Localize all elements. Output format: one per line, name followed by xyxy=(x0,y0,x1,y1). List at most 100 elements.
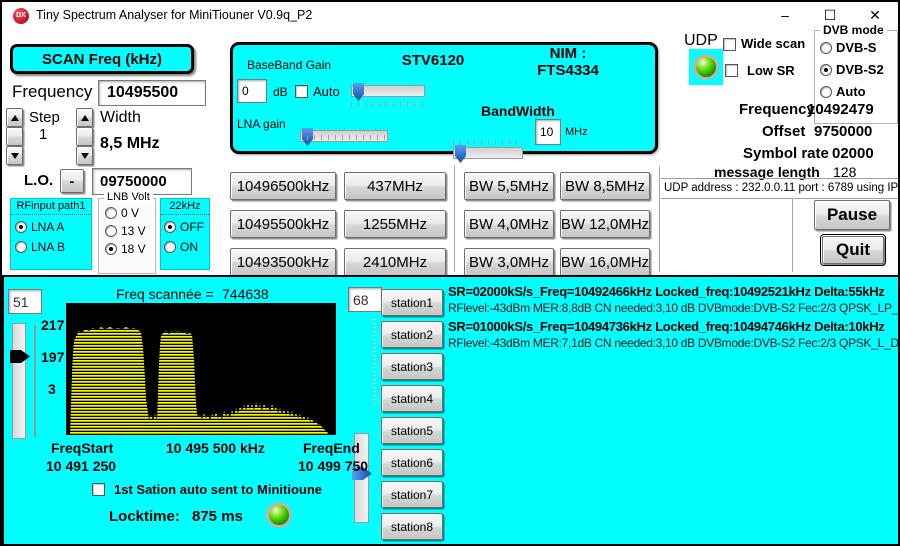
bw-button-4-0[interactable]: BW 4,0MHz xyxy=(464,210,554,238)
spectrum-panel: 51 Freq scannée = 744638 68 217 197 3 xyxy=(2,275,900,546)
step-spinner[interactable] xyxy=(6,108,23,165)
freq-preset-button-2[interactable]: 10495500kHz xyxy=(230,210,336,238)
separator-line xyxy=(659,166,661,272)
station5-button[interactable]: station5 xyxy=(381,417,443,444)
step-mid-button[interactable] xyxy=(6,127,23,146)
nim-line2: FTS4334 xyxy=(488,62,648,79)
app-window: DX Tiny Spectrum Analyser for MiniTioune… xyxy=(0,0,900,546)
bw-button-8-5[interactable]: BW 8,5MHz xyxy=(560,172,650,200)
station8-button[interactable]: station8 xyxy=(381,513,443,540)
rf-input-title: RFinput path1 xyxy=(11,199,91,215)
bw-button-12-0[interactable]: BW 12,0MHz xyxy=(560,210,650,238)
rf-lna-a-radio[interactable] xyxy=(15,221,27,233)
station7-button[interactable]: station7 xyxy=(381,481,443,508)
left-level-slider[interactable] xyxy=(12,323,26,439)
minimize-button[interactable]: – xyxy=(770,4,800,27)
tuner-title: STV6120 xyxy=(363,52,503,69)
width-down-icon[interactable] xyxy=(76,146,93,165)
width-up-icon[interactable] xyxy=(76,108,93,127)
lnb-13v-radio[interactable] xyxy=(105,225,117,237)
khz22-title: 22kHz xyxy=(161,199,209,215)
station2-button[interactable]: station2 xyxy=(381,321,443,348)
station6-button[interactable]: station6 xyxy=(381,449,443,476)
station3-button[interactable]: station3 xyxy=(381,353,443,380)
step-down-icon[interactable] xyxy=(6,146,23,165)
nim-title: NIM : FTS4334 xyxy=(488,45,648,79)
rf-input-panel: RFinput path1 LNA A LNA B xyxy=(10,198,92,270)
dvb-s-radio[interactable] xyxy=(820,42,832,54)
right-gain-input[interactable]: 68 xyxy=(348,287,382,312)
bandwidth-slider[interactable] xyxy=(453,147,523,159)
lna-gain-ticks xyxy=(300,135,388,140)
scale-label-top: 217 xyxy=(41,317,64,333)
spectrum-trace xyxy=(66,303,336,435)
center-freq-value: 10 495 500 kHz xyxy=(166,440,265,456)
station1-button[interactable]: station1 xyxy=(381,289,443,316)
bw-button-5-5[interactable]: BW 5,5MHz xyxy=(464,172,554,200)
width-mid-button[interactable] xyxy=(76,127,93,146)
baseband-gain-slider[interactable] xyxy=(351,85,425,97)
lnb-0v-radio[interactable] xyxy=(105,207,117,219)
lo-minus-button[interactable]: - xyxy=(60,169,84,193)
bandwidth-slider-thumb[interactable] xyxy=(455,145,466,163)
scan-freq-button[interactable]: SCAN Freq (kHz) xyxy=(10,44,194,74)
lna-gain-label: LNA gain xyxy=(237,117,286,131)
quit-button[interactable]: Quit xyxy=(822,236,884,264)
width-label: Width xyxy=(100,109,141,127)
title-bar: DX Tiny Spectrum Analyser for MiniTioune… xyxy=(2,2,898,29)
mhz-preset-button-1[interactable]: 437MHz xyxy=(344,172,446,200)
step-up-icon[interactable] xyxy=(6,108,23,127)
khz22-off-radio[interactable] xyxy=(164,221,176,233)
left-level-slider-thumb[interactable] xyxy=(10,350,30,363)
freq-preset-button-1[interactable]: 10496500kHz xyxy=(230,172,336,200)
locktime-value: 875 ms xyxy=(192,508,243,525)
receiver2-status-line1: SR=01000kS/s_Freq=10494736kHz Locked_fre… xyxy=(448,319,885,334)
wide-scan-checkbox[interactable] xyxy=(723,38,736,51)
baseband-gain-input[interactable]: 0 xyxy=(237,79,267,103)
station4-button[interactable]: station4 xyxy=(381,385,443,412)
left-gain-input[interactable]: 51 xyxy=(8,289,42,314)
status-symbol-rate-label: Symbol rate xyxy=(743,145,829,162)
bandwidth-ticks xyxy=(453,140,523,145)
width-value: 8,5 MHz xyxy=(100,135,160,153)
dvb-s2-label: DVB-S2 xyxy=(836,62,884,77)
frequency-label: Frequency xyxy=(12,82,92,102)
baseband-gain-label: BaseBand Gain xyxy=(247,58,331,72)
dvb-s2-radio[interactable] xyxy=(820,64,832,76)
locktime-label: Locktime: xyxy=(109,508,180,525)
khz22-off-label: OFF xyxy=(180,220,204,234)
auto-send-label: 1st Sation auto sent to Minitioune xyxy=(114,482,322,497)
nim-line1: NIM : xyxy=(488,45,648,62)
low-sr-label: Low SR xyxy=(747,63,795,78)
freq-preset-button-3[interactable]: 10493500kHz xyxy=(230,248,336,276)
lnb-volt-groupbox: LNB Volt 0 V 13 V 18 V xyxy=(98,198,156,274)
auto-send-checkbox[interactable] xyxy=(92,483,105,496)
width-spinner[interactable] xyxy=(76,108,93,165)
status-frequency-value: 10492479 xyxy=(807,101,874,118)
khz22-on-radio[interactable] xyxy=(164,241,176,253)
spectrum-display xyxy=(66,303,336,435)
rf-lna-b-label: LNA B xyxy=(31,240,65,254)
dvb-auto-label: Auto xyxy=(836,84,866,99)
mhz-preset-button-3[interactable]: 2410MHz xyxy=(344,248,446,276)
lnb-18v-radio[interactable] xyxy=(105,243,117,255)
bandwidth-input[interactable]: 10 xyxy=(535,119,561,145)
auto-checkbox[interactable] xyxy=(295,85,308,98)
low-sr-checkbox[interactable] xyxy=(725,64,738,77)
baseband-gain-slider-thumb[interactable] xyxy=(353,83,364,101)
bw-button-16-0[interactable]: BW 16,0MHz xyxy=(560,248,650,276)
rf-lna-b-radio[interactable] xyxy=(15,241,27,253)
bw-button-3-0[interactable]: BW 3,0MHz xyxy=(464,248,554,276)
lo-label: L.O. xyxy=(24,172,53,189)
freq-scanned-label: Freq scannée = xyxy=(116,286,214,302)
udp-led-box xyxy=(689,49,723,85)
left-slider-rail xyxy=(34,325,36,437)
khz22-panel: 22kHz OFF ON xyxy=(160,198,210,270)
frequency-input[interactable]: 10495500 xyxy=(98,80,206,106)
baseband-gain-ticks xyxy=(351,102,425,107)
mhz-preset-button-2[interactable]: 1255MHz xyxy=(344,210,446,238)
bandwidth-mhz-label: MHz xyxy=(565,126,588,138)
dvb-auto-radio[interactable] xyxy=(820,86,832,98)
pause-button[interactable]: Pause xyxy=(814,200,890,230)
step-value: 1 xyxy=(39,126,47,143)
